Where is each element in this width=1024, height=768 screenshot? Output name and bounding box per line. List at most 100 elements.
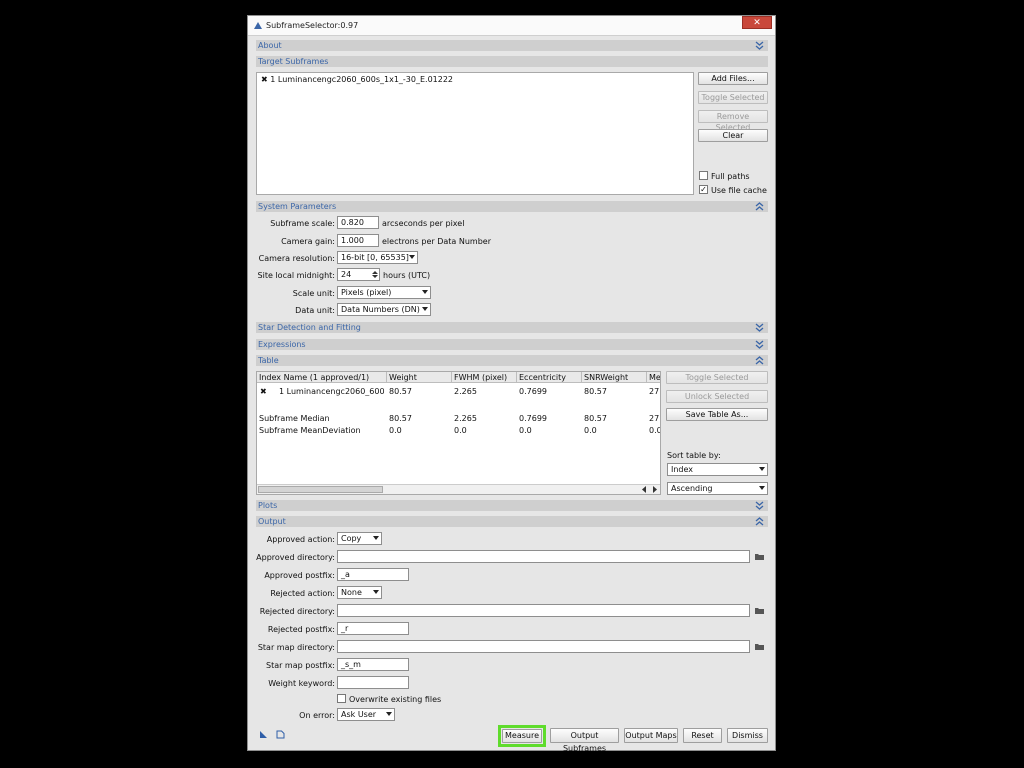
column-header-snrweight[interactable]: SNRWeight (582, 372, 647, 383)
section-target-subframes[interactable]: Target Subframes (256, 56, 768, 67)
dismiss-button[interactable]: Dismiss (727, 728, 768, 743)
reset-button[interactable]: Reset (683, 728, 722, 743)
table-cell-fwhm: 2.265 (454, 387, 477, 396)
row-check-icon[interactable]: ✖ (260, 387, 267, 396)
dropdown-arrow-icon (386, 712, 392, 716)
dropdown-arrow-icon (422, 290, 428, 294)
approved-directory-input[interactable] (337, 550, 750, 563)
subframe-table[interactable]: Index Name (1 approved/1) Weight FWHM (p… (256, 371, 661, 495)
column-header-fwhm[interactable]: FWHM (pixel) (452, 372, 517, 383)
table-cell-fwhm: 0.0 (454, 426, 467, 435)
star-map-postfix-input[interactable]: _s_m (337, 658, 409, 671)
title-bar: SubframeSelector:0.97 ✕ (248, 16, 775, 36)
output-subframes-button[interactable]: Output Subframes (550, 728, 619, 753)
unlock-selected-button[interactable]: Unlock Selected (666, 390, 768, 403)
subframe-scale-input[interactable]: 0.820 (337, 216, 379, 229)
dropdown-arrow-icon (373, 590, 379, 594)
site-local-midnight-spinner[interactable]: 24 (337, 268, 380, 281)
section-output[interactable]: Output (256, 516, 768, 527)
camera-resolution-select[interactable]: 16-bit [0, 65535] (337, 251, 418, 264)
subframe-selector-window: SubframeSelector:0.97 ✕ About Target Sub… (247, 15, 776, 753)
sort-order-value: Ascending (671, 484, 713, 493)
sort-order-select[interactable]: Ascending (667, 482, 768, 495)
column-header-me[interactable]: Me (647, 372, 660, 383)
camera-resolution-value: 16-bit [0, 65535] (341, 253, 409, 262)
column-header-weight[interactable]: Weight (387, 372, 452, 383)
camera-gain-label: Camera gain: (281, 237, 335, 246)
folder-icon[interactable] (755, 553, 764, 560)
subframe-scale-unit: arcseconds per pixel (382, 219, 465, 228)
rejected-postfix-input[interactable]: _r (337, 622, 409, 635)
column-header-index-name[interactable]: Index Name (1 approved/1) (257, 372, 387, 383)
list-item[interactable]: ✖ 1 Luminancengc2060_600s_1x1_-30_E.0122… (261, 75, 453, 84)
new-instance-icon[interactable] (259, 730, 268, 739)
target-files-list[interactable]: ✖ 1 Luminancengc2060_600s_1x1_-30_E.0122… (256, 72, 694, 195)
scale-unit-select[interactable]: Pixels (pixel) (337, 286, 431, 299)
rejected-action-select[interactable]: None (337, 586, 382, 599)
section-star-detection[interactable]: Star Detection and Fitting (256, 322, 768, 333)
output-maps-button[interactable]: Output Maps (624, 728, 678, 743)
section-target-label: Target Subframes (258, 57, 329, 66)
table-cell-fwhm: 2.265 (454, 414, 477, 423)
subframe-scale-label: Subframe scale: (270, 219, 335, 228)
remove-selected-button[interactable]: Remove Selected (698, 110, 768, 132)
section-output-label: Output (258, 517, 286, 526)
dropdown-arrow-icon (759, 467, 765, 471)
rejected-directory-input[interactable] (337, 604, 750, 617)
dropdown-arrow-icon (409, 255, 415, 259)
horizontal-scrollbar[interactable] (257, 484, 660, 494)
table-cell-snrweight: 80.57 (584, 387, 607, 396)
section-plots[interactable]: Plots (256, 500, 768, 511)
table-cell-eccentricity: 0.7699 (519, 387, 547, 396)
measure-button[interactable]: Measure (502, 729, 542, 743)
data-unit-label: Data unit: (295, 306, 335, 315)
scroll-left-icon[interactable] (641, 486, 647, 493)
rejected-action-label: Rejected action: (270, 589, 335, 598)
section-expressions-label: Expressions (258, 340, 306, 349)
toggle-selected-button[interactable]: Toggle Selected (698, 91, 768, 104)
scroll-right-icon[interactable] (652, 486, 658, 493)
sort-by-select[interactable]: Index (667, 463, 768, 476)
chevron-down-icon (755, 41, 764, 50)
scrollbar-thumb[interactable] (258, 486, 383, 493)
table-cell-weight: 0.0 (389, 426, 402, 435)
camera-gain-input[interactable]: 1.000 (337, 234, 379, 247)
camera-resolution-label: Camera resolution: (258, 254, 335, 263)
on-error-label: On error: (299, 711, 335, 720)
data-unit-select[interactable]: Data Numbers (DN) (337, 303, 431, 316)
table-cell-snrweight: 0.0 (584, 426, 597, 435)
use-file-cache-checkbox[interactable]: ✓ (699, 185, 708, 194)
dropdown-arrow-icon (373, 536, 379, 540)
overwrite-existing-checkbox[interactable] (337, 694, 346, 703)
camera-gain-unit: electrons per Data Number (382, 237, 492, 246)
table-toggle-selected-button[interactable]: Toggle Selected (666, 371, 768, 384)
full-paths-checkbox[interactable] (699, 171, 708, 180)
scale-unit-value: Pixels (pixel) (341, 288, 392, 297)
star-map-postfix-label: Star map postfix: (265, 661, 335, 670)
table-cell-me: 2719 (649, 387, 660, 396)
section-about[interactable]: About (256, 40, 768, 51)
chevron-down-icon (755, 501, 764, 510)
save-table-as-button[interactable]: Save Table As... (666, 408, 768, 421)
section-table[interactable]: Table (256, 355, 768, 366)
star-map-directory-input[interactable] (337, 640, 750, 653)
approved-postfix-input[interactable]: _a (337, 568, 409, 581)
section-expressions[interactable]: Expressions (256, 339, 768, 350)
section-table-label: Table (258, 356, 279, 365)
table-cell-weight: 80.57 (389, 387, 412, 396)
weight-keyword-input[interactable] (337, 676, 409, 689)
spin-arrows-icon[interactable] (372, 270, 378, 279)
column-header-eccentricity[interactable]: Eccentricity (517, 372, 582, 383)
clear-button[interactable]: Clear (698, 129, 768, 142)
folder-icon[interactable] (755, 643, 764, 650)
on-error-select[interactable]: Ask User (337, 708, 395, 721)
approved-action-select[interactable]: Copy (337, 532, 382, 545)
checked-icon: ✖ (261, 75, 268, 84)
window-title: SubframeSelector:0.97 (266, 21, 359, 30)
add-files-button[interactable]: Add Files... (698, 72, 768, 85)
folder-icon[interactable] (755, 607, 764, 614)
document-icon[interactable] (276, 730, 285, 739)
close-button[interactable]: ✕ (742, 16, 772, 29)
table-cell-weight: 80.57 (389, 414, 412, 423)
section-system-parameters[interactable]: System Parameters (256, 201, 768, 212)
